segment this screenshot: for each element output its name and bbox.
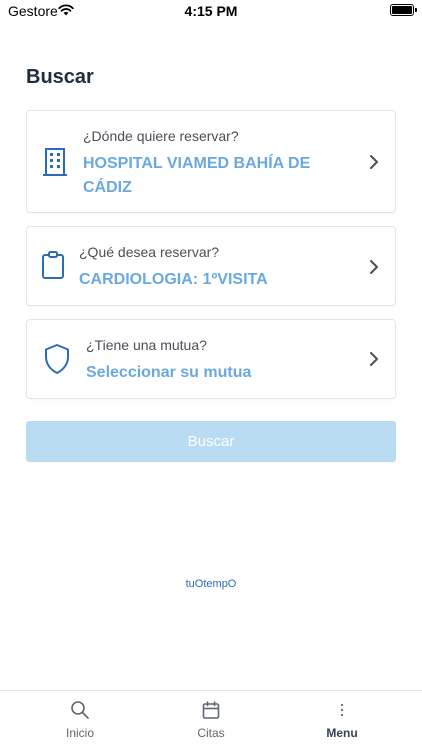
battery-icon [390, 4, 417, 16]
search-icon [71, 701, 89, 719]
insurance-question: ¿Tiene una mutua? [86, 337, 207, 353]
brand-logo-text[interactable]: tuOtempO [0, 578, 422, 590]
bottom-tab-bar: Inicio Citas Menu [0, 690, 422, 750]
tab-menu[interactable]: Menu [272, 691, 412, 750]
building-icon [43, 148, 67, 176]
service-value: CARDIOLOGIA: 1ºVISITA [79, 271, 268, 288]
hospital-value-line1: HOSPITAL VIAMED BAHÍA DE [83, 155, 311, 172]
chevron-right-icon [370, 155, 378, 169]
page-title: Buscar [26, 66, 94, 88]
insurance-select-card[interactable]: ¿Tiene una mutua? Seleccionar su mutua [26, 319, 396, 399]
status-bar: Gestore 4:15 PM [0, 0, 422, 24]
shield-icon [45, 344, 69, 374]
search-button[interactable]: Buscar [26, 421, 396, 462]
chevron-right-icon [370, 352, 378, 366]
hospital-select-card[interactable]: ¿Dónde quiere reservar? HOSPITAL VIAMED … [26, 110, 396, 213]
insurance-value: Seleccionar su mutua [86, 364, 252, 381]
hospital-question: ¿Dónde quiere reservar? [83, 128, 239, 144]
service-question: ¿Qué desea reservar? [79, 244, 220, 260]
more-vertical-icon [340, 703, 344, 717]
tab-citas-label: Citas [197, 726, 225, 740]
tab-menu-label: Menu [326, 726, 358, 740]
service-select-card[interactable]: ¿Qué desea reservar? CARDIOLOGIA: 1ºVISI… [26, 226, 396, 306]
hospital-value-line2: CÁDIZ [83, 179, 132, 196]
tab-inicio[interactable]: Inicio [10, 691, 150, 750]
tab-citas[interactable]: Citas [141, 691, 281, 750]
clipboard-icon [42, 251, 64, 279]
calendar-icon [202, 701, 220, 719]
tab-inicio-label: Inicio [65, 726, 94, 740]
chevron-right-icon [370, 260, 378, 274]
status-time: 4:15 PM [184, 3, 238, 19]
